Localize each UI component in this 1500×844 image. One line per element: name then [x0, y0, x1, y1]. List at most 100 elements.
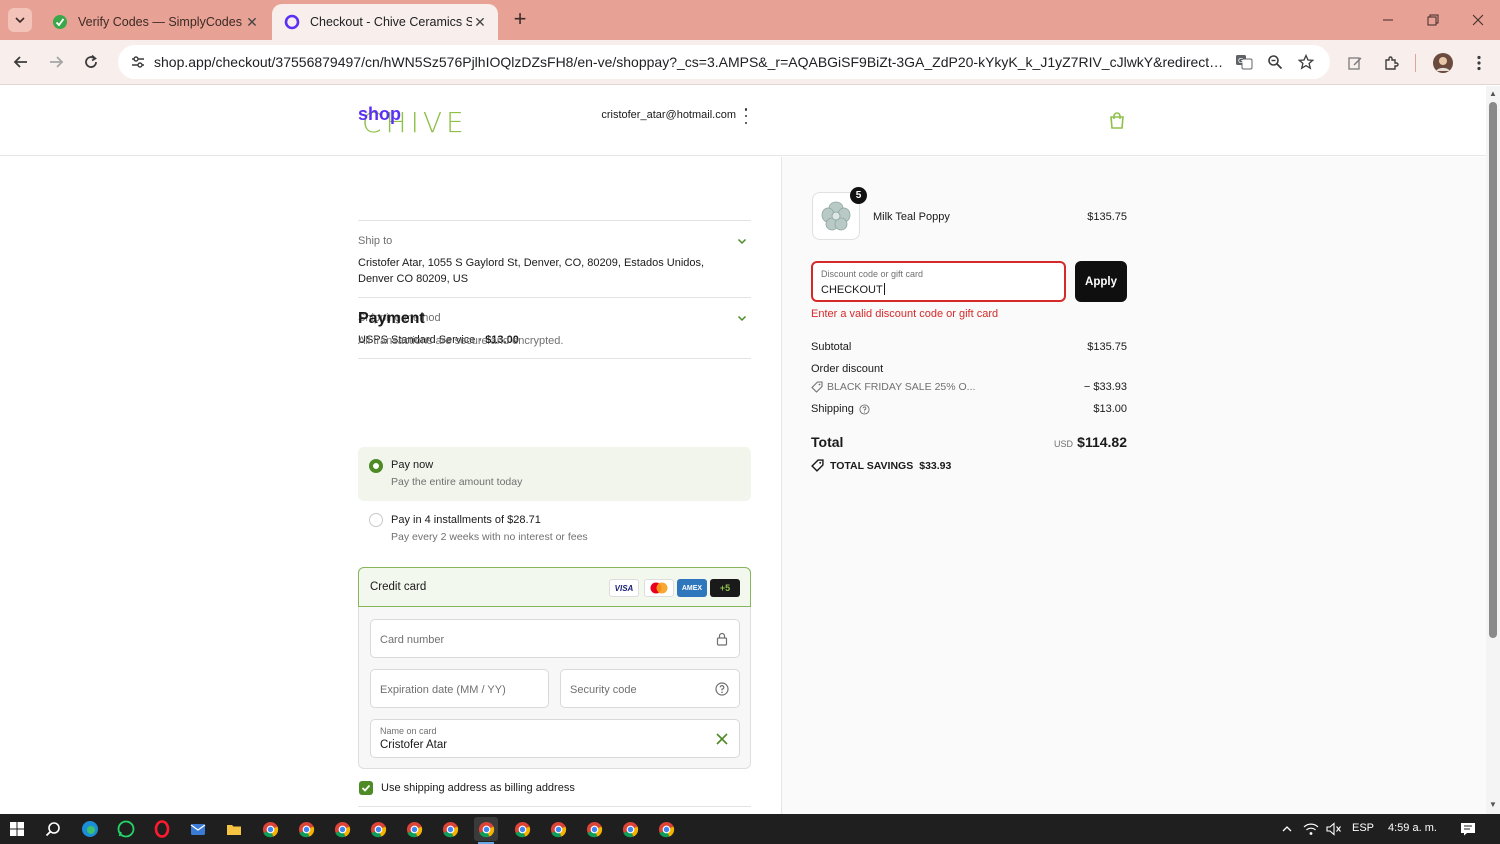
tab-close-icon[interactable]: ✕ [244, 14, 260, 31]
translate-icon[interactable]: G [1234, 52, 1254, 72]
mail-app-icon[interactable] [186, 817, 210, 841]
card-number-input[interactable]: Card number [370, 619, 740, 658]
site-info-icon[interactable] [126, 50, 150, 74]
back-button[interactable] [8, 49, 34, 75]
ship-to-address-line2: Denver CO 80209, US [358, 273, 469, 285]
minimize-button[interactable] [1365, 0, 1410, 40]
file-explorer-icon[interactable] [222, 817, 246, 841]
bookmark-star-icon[interactable] [1296, 52, 1316, 72]
help-circle-icon[interactable] [859, 403, 870, 415]
arrow-left-icon [13, 56, 27, 68]
pay-now-subtitle: Pay the entire amount today [391, 476, 523, 488]
tab-close-icon[interactable]: ✕ [472, 14, 488, 31]
zoom-icon[interactable] [1265, 52, 1285, 72]
billing-address-label[interactable]: Use shipping address as billing address [381, 782, 575, 794]
new-tab-button[interactable]: + [508, 8, 532, 32]
total-savings-label: TOTAL SAVINGS [830, 459, 914, 472]
scroll-down-arrow-icon[interactable]: ▼ [1488, 800, 1498, 810]
tag-icon [811, 459, 824, 472]
browser-toolbar: shop.app/checkout/37556879497/cn/hWN5Sz5… [0, 40, 1500, 85]
scrollbar-thumb[interactable] [1489, 102, 1497, 638]
address-bar[interactable]: shop.app/checkout/37556879497/cn/hWN5Sz5… [118, 45, 1330, 79]
opera-icon[interactable] [150, 817, 174, 841]
chrome-icon[interactable] [366, 817, 390, 841]
discount-tag: BLACK FRIDAY SALE 25% O... [811, 381, 975, 393]
discount-code-input[interactable]: Discount code or gift card CHECKOUT [811, 261, 1066, 302]
restore-button[interactable] [1410, 0, 1455, 40]
chrome-icon[interactable] [474, 817, 498, 844]
pay-now-radio[interactable] [369, 459, 383, 473]
chrome-icon[interactable] [438, 817, 462, 841]
notifications-icon[interactable] [1456, 817, 1480, 841]
chrome-icon[interactable] [330, 817, 354, 841]
ship-to-address-line1: Cristofer Atar, 1055 S Gaylord St, Denve… [358, 257, 705, 269]
chrome-icon[interactable] [510, 817, 534, 841]
chrome-icon[interactable] [258, 817, 282, 841]
shipping-row-label: Shipping [811, 403, 870, 415]
close-window-button[interactable] [1455, 0, 1500, 40]
installments-radio[interactable] [369, 513, 383, 527]
browser-menu-button[interactable] [1466, 50, 1492, 76]
order-summary-panel [781, 157, 1486, 814]
credit-card-title: Credit card [370, 581, 427, 593]
svg-text:G: G [1238, 57, 1243, 65]
chevron-down-icon[interactable] [735, 234, 749, 248]
extensions-puzzle-icon[interactable] [1378, 50, 1404, 76]
total-value: $114.82 [1077, 434, 1127, 450]
apply-button[interactable]: Apply [1075, 261, 1127, 302]
forward-button[interactable] [43, 49, 69, 75]
chrome-icon[interactable] [294, 817, 318, 841]
pay-now-option[interactable] [358, 447, 751, 501]
page-scrollbar[interactable]: ▲ ▼ [1486, 86, 1500, 814]
search-icon[interactable] [41, 817, 65, 841]
edge-icon[interactable] [78, 817, 102, 841]
volume-muted-icon[interactable] [1322, 817, 1346, 841]
reload-button[interactable] [78, 49, 104, 75]
shop-favicon-icon [284, 14, 300, 30]
profile-avatar[interactable] [1430, 50, 1456, 76]
subtotal-label: Subtotal [811, 341, 852, 353]
wifi-icon[interactable] [1299, 817, 1323, 841]
expiration-date-input[interactable]: Expiration date (MM / YY) [370, 669, 549, 708]
lock-icon [716, 632, 728, 646]
discount-code-value: CHECKOUT [821, 283, 885, 296]
windows-taskbar: ESP 4:59 a. m. [0, 814, 1500, 844]
chevron-down-icon [15, 17, 25, 24]
tab-checkout[interactable]: Checkout - Chive Ceramics Stud ✕ [272, 4, 498, 40]
edit-icon[interactable] [1342, 50, 1368, 76]
chrome-icon[interactable] [582, 817, 606, 841]
installments-title[interactable]: Pay in 4 installments of $28.71 [391, 514, 541, 526]
chevron-down-icon[interactable] [735, 311, 749, 325]
chrome-icon[interactable] [402, 817, 426, 841]
account-menu-icon[interactable] [741, 108, 751, 124]
billing-address-checkbox[interactable] [359, 781, 373, 795]
text-caret [883, 283, 885, 295]
security-code-input[interactable]: Security code [560, 669, 740, 708]
shop-pay-logo: shop [358, 104, 401, 124]
show-hidden-icons-chevron-icon[interactable] [1275, 817, 1299, 841]
clock-time[interactable]: 4:59 a. m. [1388, 822, 1437, 834]
clear-x-icon[interactable] [715, 732, 729, 746]
more-cards-badge[interactable]: +5 [710, 579, 740, 597]
discount-error-message: Enter a valid discount code or gift card [811, 308, 999, 320]
whatsapp-icon[interactable] [114, 817, 138, 841]
tab-search-button[interactable] [8, 8, 32, 32]
minimize-icon [1382, 19, 1393, 21]
product-name: Milk Teal Poppy [873, 211, 950, 223]
scroll-up-arrow-icon[interactable]: ▲ [1488, 89, 1498, 99]
chrome-icon[interactable] [618, 817, 642, 841]
name-on-card-label: Name on card [380, 726, 437, 736]
input-language[interactable]: ESP [1352, 822, 1374, 834]
tab-title: Checkout - Chive Ceramics Stud [310, 15, 472, 29]
discount-amount: − $33.93 [1083, 381, 1127, 393]
credit-card-header[interactable]: Credit card VISA AMEX +5 [358, 567, 751, 607]
help-circle-icon[interactable] [715, 682, 729, 696]
chrome-icon[interactable] [654, 817, 678, 841]
cart-bag-icon[interactable] [1109, 112, 1125, 134]
windows-start-icon[interactable] [5, 817, 29, 841]
name-on-card-input[interactable]: Name on card Cristofer Atar [370, 719, 740, 758]
url-text[interactable]: shop.app/checkout/37556879497/cn/hWN5Sz5… [154, 54, 1224, 70]
tab-simplycodes[interactable]: Verify Codes — SimplyCodes ✕ [40, 4, 270, 40]
chrome-icon[interactable] [546, 817, 570, 841]
quantity-badge: 5 [850, 187, 867, 204]
